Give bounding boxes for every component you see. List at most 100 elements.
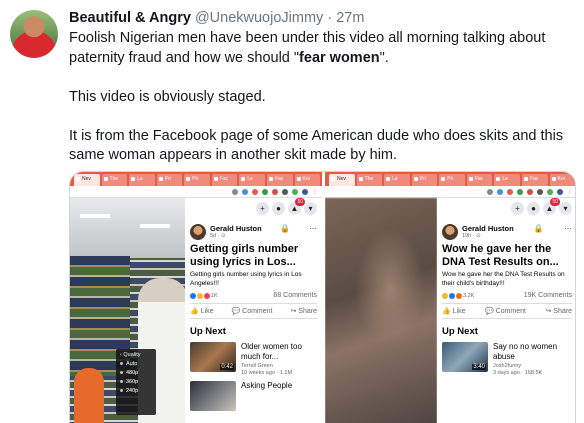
- plus-icon[interactable]: +: [511, 202, 524, 215]
- bell-icon[interactable]: ▲ 50: [288, 198, 305, 215]
- quality-menu-title: ‹ Quality: [120, 352, 141, 358]
- comment-label: Comment: [495, 308, 526, 315]
- share-label: Share: [298, 308, 317, 315]
- up-next-item[interactable]: 0:42 Older women too much for... Terrell…: [190, 342, 317, 376]
- reactions[interactable]: 1K: [190, 292, 218, 299]
- more-dots-icon[interactable]: ⋮: [312, 188, 318, 195]
- browser-tab[interactable]: Fac: [521, 174, 548, 186]
- comment-count[interactable]: 19K Comments: [524, 292, 572, 299]
- extension-icon[interactable]: [242, 188, 248, 195]
- display-name[interactable]: Beautiful & Angry: [69, 10, 191, 26]
- poster-name[interactable]: Gerald Huston: [462, 224, 514, 233]
- up-next-item[interactable]: Asking People: [190, 381, 317, 411]
- video-player[interactable]: [325, 198, 437, 423]
- browser-tab[interactable]: Pri: [439, 174, 465, 186]
- comment-icon: 💬: [484, 308, 494, 315]
- video-thumbnail[interactable]: 3:40: [442, 342, 488, 372]
- bell-icon[interactable]: ▲ 50: [543, 198, 560, 215]
- lock-icon[interactable]: 🔒: [534, 224, 544, 233]
- media-image-right[interactable]: Nev The Le Pri Pri Fac Le Fac Kni ⋮ + ● …: [325, 172, 575, 423]
- extension-icon[interactable]: [272, 188, 278, 195]
- profile-icon[interactable]: [302, 188, 308, 195]
- quality-option[interactable]: 240p: [120, 388, 152, 394]
- radio-icon: [120, 380, 123, 383]
- browser-tab[interactable]: Kni: [294, 174, 321, 186]
- extension-icon[interactable]: [537, 188, 543, 195]
- tweet-text-bold: fear women: [299, 49, 380, 66]
- star-icon[interactable]: [487, 188, 493, 195]
- browser-tab[interactable]: The: [101, 174, 128, 186]
- comment-button[interactable]: 💬 Comment: [485, 307, 526, 315]
- browser-tab[interactable]: Le: [384, 174, 410, 186]
- poster-avatar[interactable]: [442, 224, 458, 240]
- video-thumbnail[interactable]: 0:42: [190, 342, 236, 372]
- comment-button[interactable]: 💬 Comment: [231, 307, 272, 315]
- lock-icon[interactable]: 🔒: [280, 224, 290, 233]
- extension-icon[interactable]: [527, 188, 533, 195]
- tweet-media[interactable]: Nev The Le Pri Pri Fac Le Fac Kni ⋮ ‹ Qu…: [69, 171, 576, 423]
- extension-icon[interactable]: [252, 188, 258, 195]
- browser-tab[interactable]: Fac: [466, 174, 493, 186]
- more-dots-icon[interactable]: ⋯: [564, 224, 572, 233]
- extension-icon[interactable]: [282, 188, 288, 195]
- tweet-timestamp[interactable]: 27m: [336, 10, 364, 26]
- like-button[interactable]: 👍 Like: [190, 307, 214, 315]
- separator-dot: ·: [327, 10, 333, 26]
- video-title[interactable]: Asking People: [241, 381, 292, 391]
- quality-title-label: Quality: [123, 352, 141, 358]
- avatar[interactable]: [10, 10, 58, 58]
- browser-tab[interactable]: Le: [129, 174, 155, 186]
- extension-icon[interactable]: [507, 188, 513, 195]
- browser-tab[interactable]: Pri: [156, 174, 183, 186]
- browser-tab[interactable]: Le: [494, 174, 520, 186]
- share-button[interactable]: ↪ Share: [290, 307, 317, 315]
- browser-tab[interactable]: Kni: [549, 174, 575, 186]
- like-button[interactable]: 👍 Like: [442, 307, 466, 315]
- quality-option[interactable]: 480p: [120, 370, 152, 376]
- browser-tab[interactable]: Le: [239, 174, 265, 186]
- more-dots-icon[interactable]: ⋮: [567, 188, 573, 195]
- post-title: Wow he gave her the DNA Test Results on.…: [442, 243, 559, 268]
- caret-down-icon[interactable]: ▾: [559, 202, 572, 215]
- quality-menu[interactable]: ‹ Quality Auto 480p 360p 240p: [116, 349, 156, 415]
- haha-reaction-icon: [442, 292, 448, 299]
- tweet[interactable]: Beautiful & Angry @UnekwuojoJimmy · 27m …: [0, 0, 584, 423]
- up-next-item[interactable]: 3:40 Say no no women abuse Josh2funny 3 …: [442, 342, 572, 376]
- browser-tab[interactable]: Nev: [329, 174, 355, 186]
- poster-name[interactable]: Gerald Huston: [210, 224, 262, 233]
- quality-option[interactable]: Auto: [120, 361, 152, 367]
- browser-tab[interactable]: Fac: [266, 174, 293, 186]
- messenger-icon[interactable]: ●: [527, 202, 540, 215]
- video-title[interactable]: Say no no women abuse: [493, 342, 572, 362]
- plus-icon[interactable]: +: [256, 202, 269, 215]
- reactions[interactable]: 3.2K: [442, 292, 474, 299]
- post-meta: 5d · ⊙: [210, 233, 226, 239]
- share-button[interactable]: ↪ Share: [545, 307, 572, 315]
- quality-option-label: Auto: [126, 361, 138, 367]
- tweet-header: Beautiful & Angry @UnekwuojoJimmy · 27m: [69, 10, 364, 27]
- star-icon[interactable]: [232, 188, 238, 195]
- extension-icon[interactable]: [497, 188, 503, 195]
- poster-avatar[interactable]: [190, 224, 206, 240]
- messenger-icon[interactable]: ●: [272, 202, 285, 215]
- video-title[interactable]: Older women too much for...: [241, 342, 317, 362]
- more-dots-icon[interactable]: ⋯: [309, 224, 317, 233]
- video-thumbnail[interactable]: [190, 381, 236, 411]
- extension-icon[interactable]: [547, 188, 553, 195]
- extension-icon[interactable]: [517, 188, 523, 195]
- caret-down-icon[interactable]: ▾: [304, 202, 317, 215]
- browser-tab[interactable]: Pri: [411, 174, 438, 186]
- video-player[interactable]: ‹ Quality Auto 480p 360p 240p: [70, 198, 185, 423]
- media-image-left[interactable]: Nev The Le Pri Pri Fac Le Fac Kni ⋮ ‹ Qu…: [70, 172, 322, 423]
- browser-tab[interactable]: Fac: [211, 174, 238, 186]
- browser-tab[interactable]: The: [356, 174, 383, 186]
- browser-tab[interactable]: Nev: [74, 174, 100, 186]
- like-reaction-icon: [449, 292, 455, 299]
- browser-tab[interactable]: Pri: [184, 174, 210, 186]
- comment-count[interactable]: 68 Comments: [273, 292, 317, 299]
- quality-option[interactable]: 360p: [120, 379, 152, 385]
- extension-icon[interactable]: [262, 188, 268, 195]
- user-handle[interactable]: @UnekwuojoJimmy: [195, 10, 323, 26]
- profile-icon[interactable]: [557, 188, 563, 195]
- extension-icon[interactable]: [292, 188, 298, 195]
